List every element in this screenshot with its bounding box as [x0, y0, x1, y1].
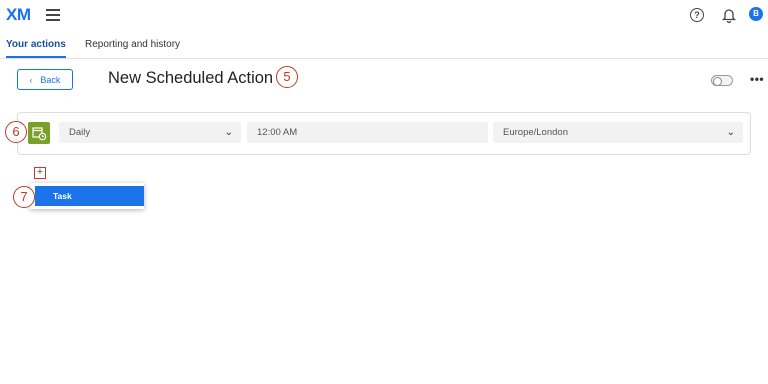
frequency-select[interactable]: Daily ⌄ — [59, 122, 241, 143]
tab-your-actions[interactable]: Your actions — [6, 39, 66, 58]
add-task-button[interactable]: + — [34, 167, 46, 179]
timezone-value: Europe/London — [503, 127, 568, 138]
page-title: New Scheduled Action — [108, 69, 274, 87]
callout-marker: 6 — [5, 121, 27, 143]
bell-icon[interactable] — [721, 7, 737, 24]
logo[interactable]: XM — [6, 5, 31, 25]
back-button-label: Back — [40, 75, 61, 85]
avatar[interactable]: B — [749, 7, 763, 21]
chevron-down-icon: ⌄ — [224, 127, 233, 138]
chevron-left-icon: ‹ — [29, 76, 33, 85]
add-menu-dropdown: Task — [30, 183, 144, 209]
hamburger-menu-icon[interactable] — [46, 9, 60, 21]
back-button[interactable]: ‹ Back — [17, 69, 73, 90]
tab-bar: Your actions Reporting and history — [0, 30, 768, 59]
question-circle-icon[interactable]: ? — [690, 8, 704, 22]
chevron-down-icon: ⌄ — [726, 127, 735, 138]
time-value: 12:00 AM — [257, 127, 298, 138]
frequency-value: Daily — [69, 127, 91, 138]
menu-item-task[interactable]: Task — [35, 186, 144, 206]
time-field[interactable]: 12:00 AM — [247, 122, 488, 143]
callout-marker: 5 — [276, 66, 298, 88]
callout-marker: 7 — [13, 186, 35, 208]
top-bar: XM ? B — [0, 0, 768, 30]
calendar-clock-icon[interactable] — [28, 122, 50, 144]
timezone-select[interactable]: Europe/London ⌄ — [493, 122, 743, 143]
more-options-icon[interactable]: ••• — [750, 72, 764, 86]
active-toggle[interactable] — [711, 75, 733, 86]
tab-reporting-and-history[interactable]: Reporting and history — [85, 39, 180, 50]
